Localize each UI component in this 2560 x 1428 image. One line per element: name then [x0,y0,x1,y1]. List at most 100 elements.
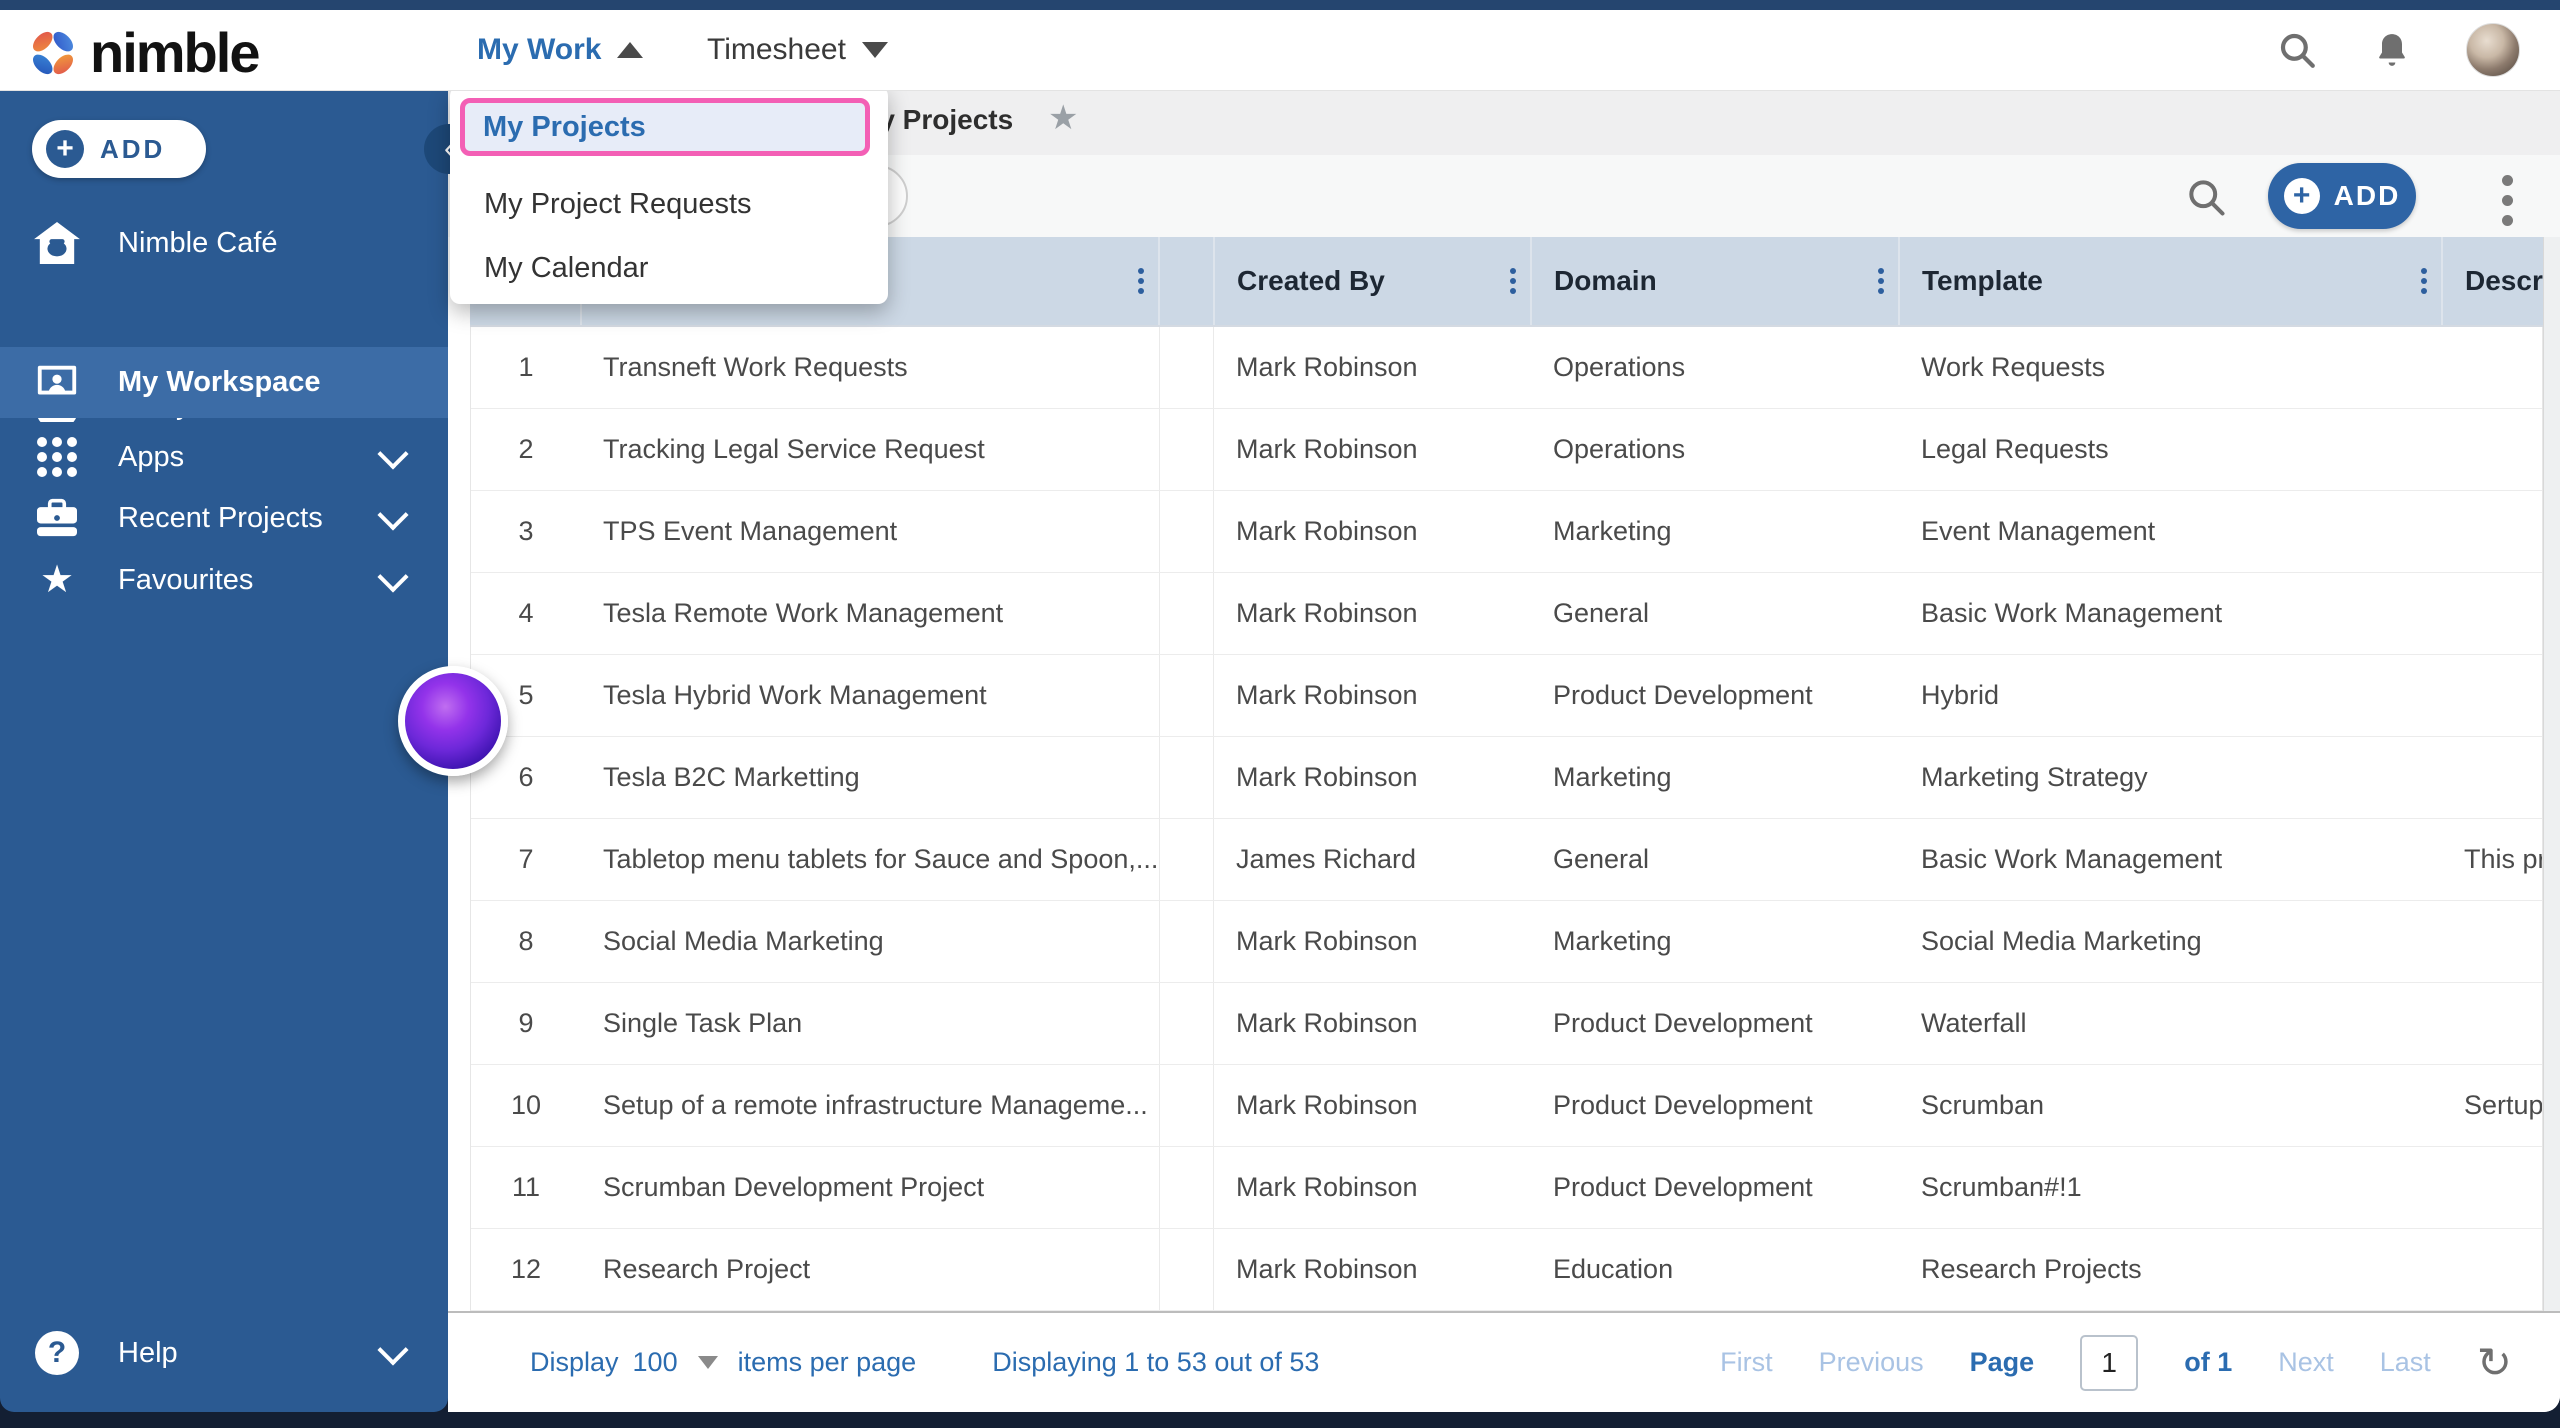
sidebar-add-label: ADD [100,133,166,164]
previous-page-button[interactable]: Previous [1819,1347,1924,1378]
table-row[interactable]: 9 Single Task Plan Mark Robinson Product De… [471,983,2542,1065]
chevron-down-icon[interactable] [377,561,409,593]
row-index-cell: 3 [518,516,534,546]
user-avatar[interactable] [2466,23,2520,77]
created-by-cell: Mark Robinson [1236,1090,1418,1120]
domain-cell: General [1553,844,1650,874]
recording-bubble[interactable] [398,666,508,776]
spacer-cell [1159,819,1214,900]
column-header-spacer [1158,237,1213,325]
sidebar-add-button[interactable]: + ADD [32,120,206,178]
nav-my-work-label: My Work [477,33,602,66]
domain-cell: Education [1553,1254,1674,1284]
window-top-strip [0,0,2560,10]
menu-item-my-calendar[interactable]: My Calendar [460,242,870,294]
table-row[interactable]: 8 Social Media Marketing Mark Robinson Mark… [471,901,2542,983]
table-body: 1 Transneft Work Requests Mark Robinson Ope… [470,327,2543,1311]
template-cell: Marketing Strategy [1921,762,2148,792]
table-row[interactable]: 12 Research Project Mark Robinson Education… [471,1229,2542,1311]
created-by-cell: Mark Robinson [1236,926,1418,956]
menu-item-my-project-requests[interactable]: My Project Requests [460,178,870,230]
chevron-down-icon[interactable] [377,499,409,531]
sidebar-item-label: My Workspace [118,366,321,398]
sidebar-item-my-workspace[interactable]: My Workspace [0,347,448,418]
more-options-kebab-icon[interactable] [2496,169,2519,232]
created-by-cell: Mark Robinson [1236,598,1418,628]
search-icon[interactable] [2184,175,2228,219]
sidebar-item-label: Recent Projects [118,501,323,534]
vertical-scrollbar[interactable] [2543,237,2560,1311]
column-menu-kebab-icon[interactable] [1506,264,1520,298]
column-menu-kebab-icon[interactable] [1874,264,1888,298]
items-per-page-value[interactable]: 100 [633,1347,678,1378]
page-number-input[interactable] [2080,1334,2139,1391]
column-header-template[interactable]: Template [1898,237,2441,325]
row-index-cell: 11 [511,1172,541,1202]
nimble-logo[interactable]: nimble [26,20,260,85]
spacer-cell [1159,491,1214,572]
last-page-button[interactable]: Last [2380,1347,2431,1378]
chevron-up-icon [617,42,644,58]
table-row[interactable]: 3 TPS Event Management Mark Robinson Market… [471,491,2542,573]
column-menu-kebab-icon[interactable] [2417,264,2431,298]
sidebar-item-label: Apps [118,440,185,473]
table-row[interactable]: 11 Scrumban Development Project Mark Robin… [471,1147,2542,1229]
favourite-star-icon[interactable]: ★ [1048,98,1078,138]
table-row[interactable]: 2 Tracking Legal Service Request Mark Robi… [471,409,2542,491]
nav-timesheet[interactable]: Timesheet [707,10,888,90]
table-row[interactable]: 1 Transneft Work Requests Mark Robinson Ope… [471,327,2542,409]
column-header-description[interactable]: Description [2441,237,2543,325]
created-by-cell: Mark Robinson [1236,434,1418,464]
project-name-cell: Transneft Work Requests [603,352,908,382]
table-row[interactable]: 10 Setup of a remote infrastructure Manag… [471,1065,2542,1147]
column-header-created-by[interactable]: Created By [1213,237,1530,325]
template-cell: Legal Requests [1921,434,2109,464]
menu-item-my-projects[interactable]: My Projects [460,98,870,156]
app-header: nimble My Work Timesheet [0,10,2560,91]
table-row[interactable]: 6 Tesla B2C Marketting Mark Robinson Market… [471,737,2542,819]
add-project-button[interactable]: + ADD [2268,163,2416,229]
project-name-cell: Single Task Plan [603,1008,803,1038]
created-by-cell: Mark Robinson [1236,352,1418,382]
spacer-cell [1159,1229,1214,1310]
notifications-bell-icon[interactable] [2372,29,2412,71]
table-row[interactable]: 4 Tesla Remote Work Management Mark Robins… [471,573,2542,655]
per-page-dropdown-icon[interactable] [697,1356,718,1369]
chevron-down-icon[interactable] [377,438,409,470]
description-cell [2442,1229,2542,1310]
first-page-button[interactable]: First [1720,1347,1772,1378]
project-name-cell: Tesla Remote Work Management [603,598,1004,628]
created-by-cell: Mark Robinson [1236,1254,1418,1284]
table-row[interactable]: 5 Tesla Hybrid Work Management Mark Robins… [471,655,2542,737]
sidebar-item-nimble-cafe[interactable]: Nimble Café [0,207,448,279]
row-index-cell: 7 [518,844,534,874]
created-by-cell: James Richard [1236,844,1417,874]
sidebar-item-favourites[interactable]: ★ Favourites [0,544,448,616]
search-icon[interactable] [2276,29,2318,71]
template-cell: Basic Work Management [1921,844,2223,874]
table-row[interactable]: 7 Tabletop menu tablets for Sauce and Spo… [471,819,2542,901]
template-cell: Work Requests [1921,352,2106,382]
template-cell: Event Management [1921,516,2156,546]
column-menu-kebab-icon[interactable] [1134,264,1148,298]
domain-cell: Operations [1553,434,1686,464]
chevron-down-icon [861,42,888,58]
sidebar-item-help[interactable]: ? Help [0,1317,448,1389]
project-name-cell: Social Media Marketing [603,926,884,956]
refresh-icon[interactable]: ↻ [2477,1341,2512,1384]
spacer-cell [1159,655,1214,736]
created-by-cell: Mark Robinson [1236,762,1418,792]
nav-my-work[interactable]: My Work [477,10,644,90]
column-header-domain[interactable]: Domain [1530,237,1898,325]
row-index-cell: 4 [518,598,534,628]
displaying-range-text: Displaying 1 to 53 out of 53 [992,1347,1320,1377]
nimble-logo-icon [26,26,80,80]
chevron-down-icon[interactable] [377,1334,409,1366]
project-name-cell: Tracking Legal Service Request [603,434,985,464]
my-work-dropdown-menu: My Projects My Project Requests My Calen… [450,86,888,304]
domain-cell: Operations [1553,352,1686,382]
next-page-button[interactable]: Next [2278,1347,2334,1378]
sidebar-item-label: Nimble Café [118,226,278,259]
items-per-page-label: items per page [737,1347,917,1377]
description-cell [2442,491,2542,572]
